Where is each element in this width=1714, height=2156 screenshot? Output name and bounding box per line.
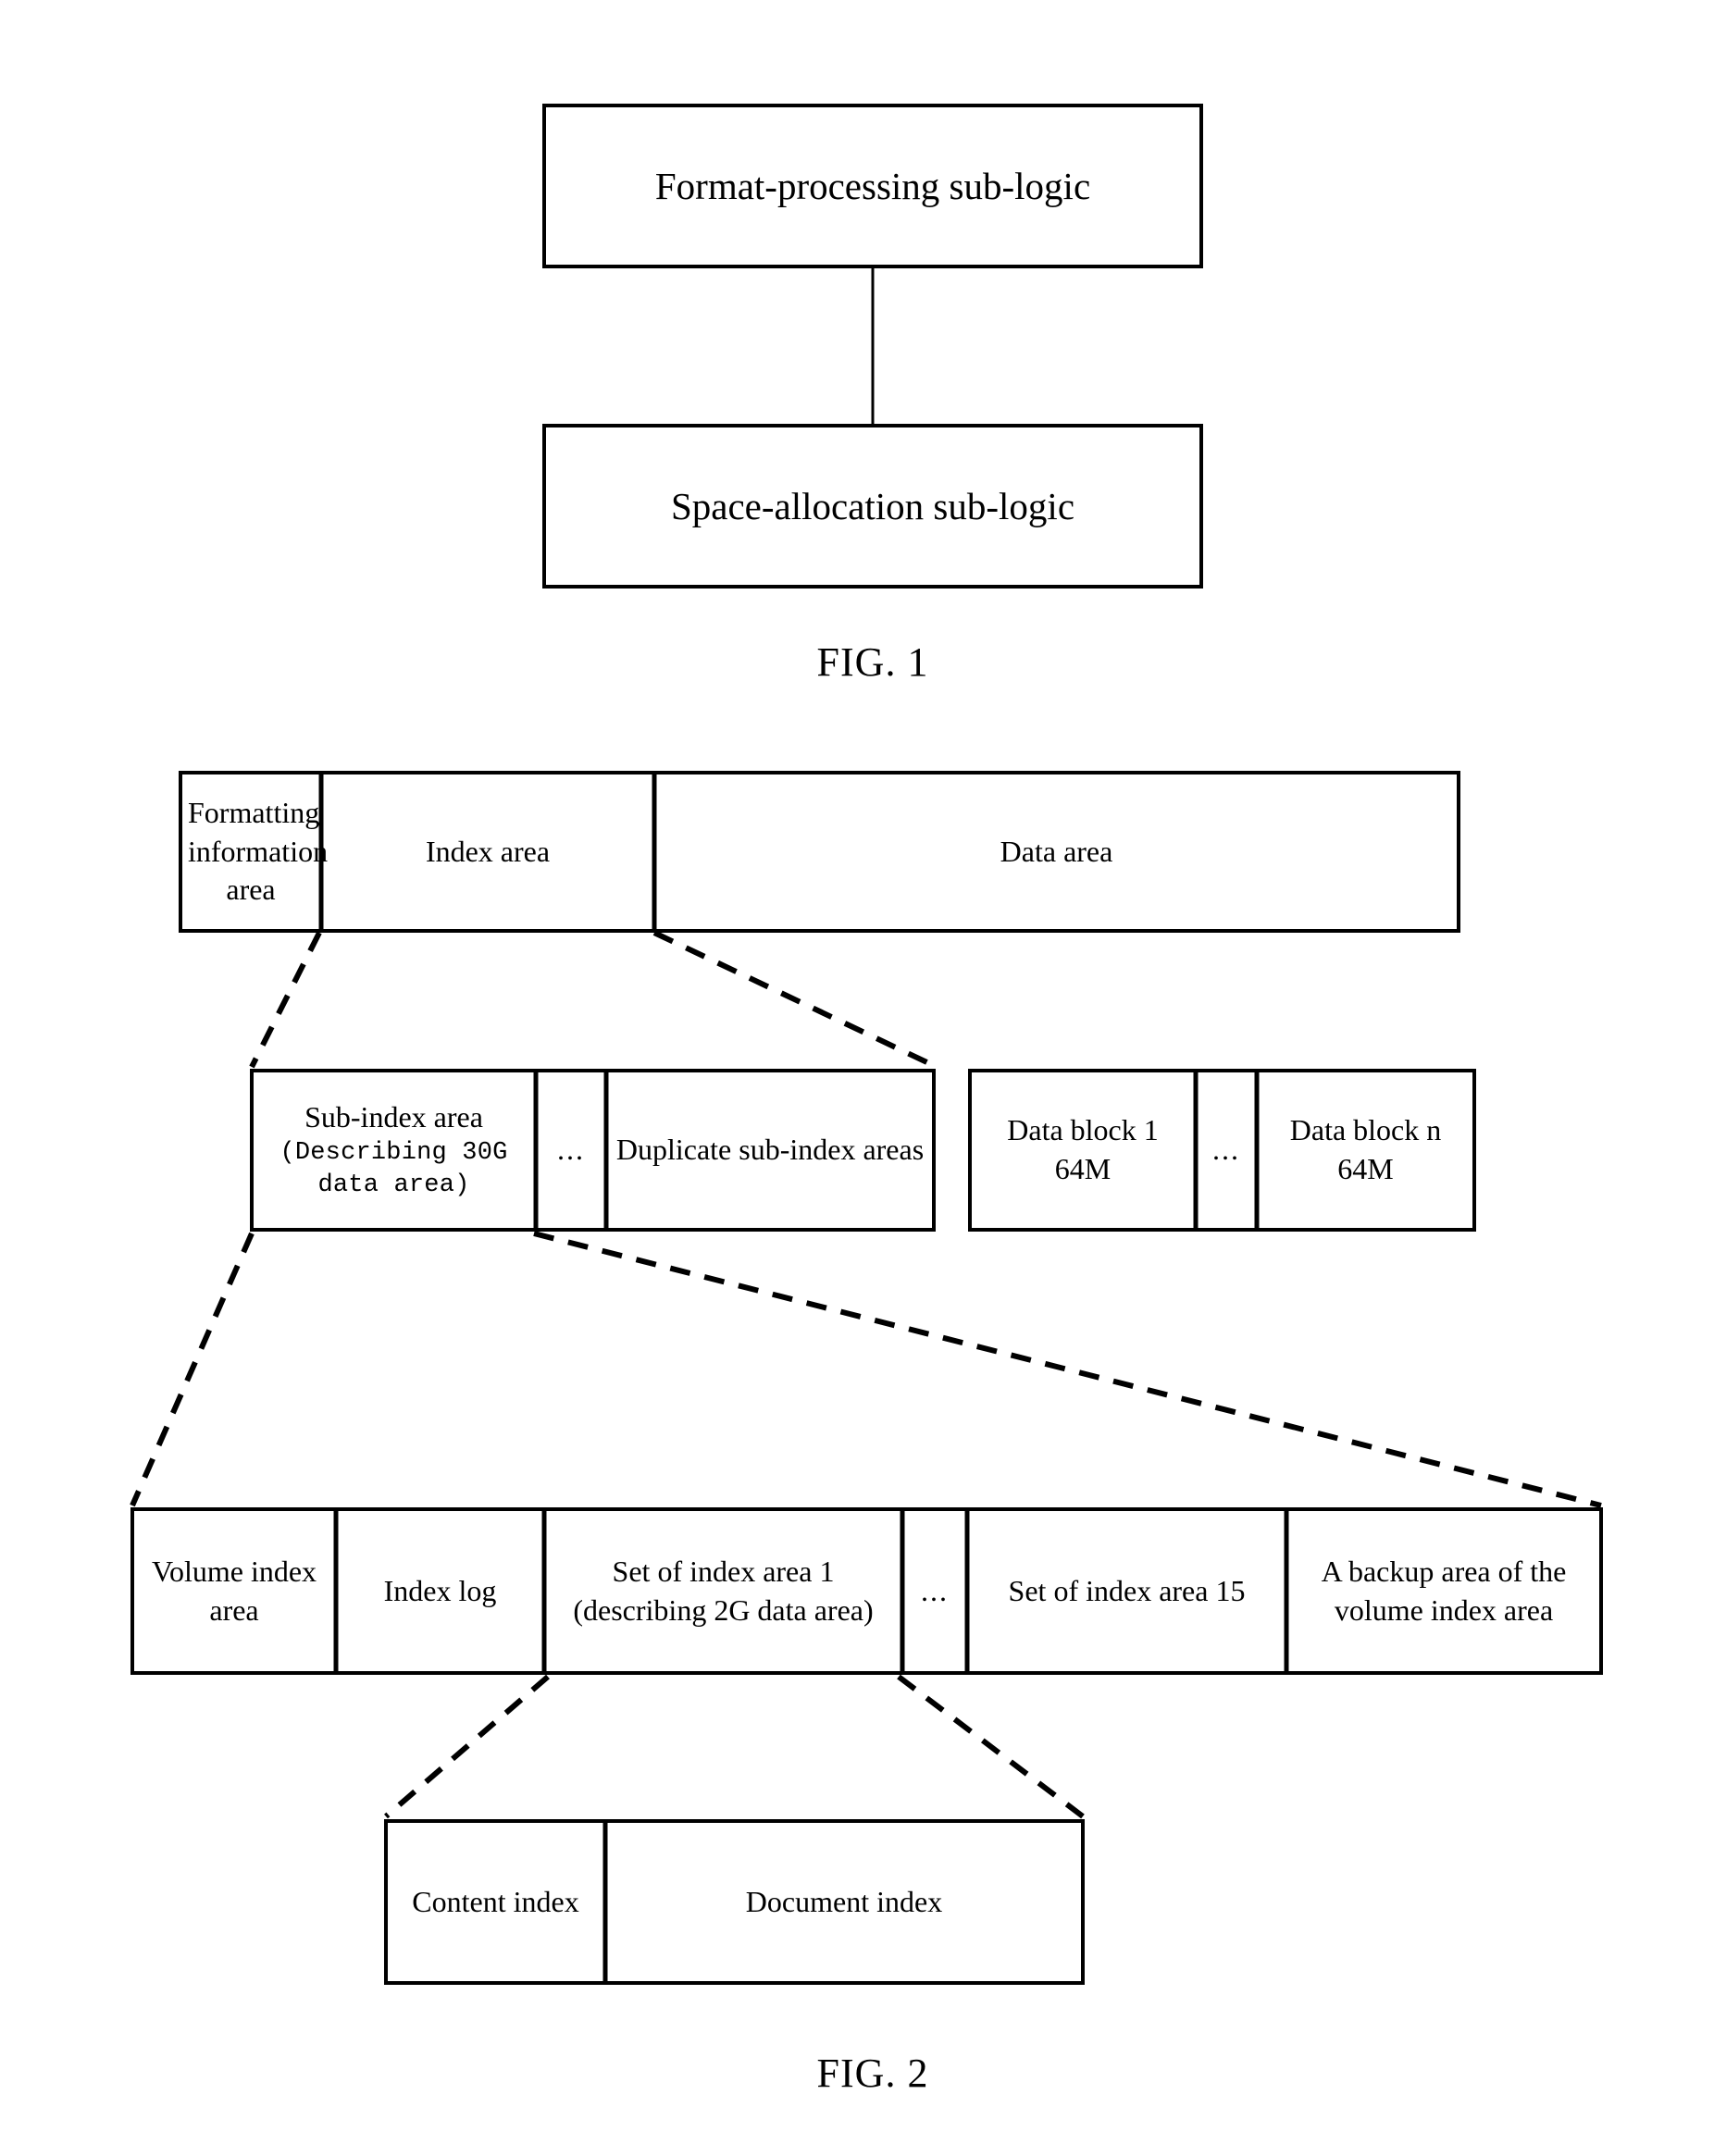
cell-data-block-1: Data block 1 64M [972, 1072, 1194, 1228]
cell-data-area-ellipsis: ... [1198, 1072, 1255, 1228]
cell-data-block-n: Data block n 64M [1259, 1072, 1472, 1228]
cell-index-log-label: Index log [383, 1573, 497, 1607]
cell-content-index: Content index [388, 1823, 603, 1981]
format-processing-sub-logic-box: Format-processing sub-logic [542, 104, 1203, 268]
cell-index-area-ellipsis: ... [538, 1072, 604, 1228]
cell-volume-index-area: Volume index area [134, 1511, 334, 1671]
figure-2-caption: FIG. 2 [816, 2051, 929, 2096]
cell-data-area-label: Data area [1000, 834, 1113, 868]
cell-document-index: Document index [607, 1823, 1081, 1981]
dash-sub-index-right [533, 1231, 1602, 1508]
cell-duplicate-sub-index-areas: Duplicate sub-index areas [608, 1072, 932, 1228]
cell-set-of-index-area-15: Set of index area 15 [969, 1511, 1285, 1671]
format-processing-sub-logic-label: Format-processing sub-logic [654, 164, 1091, 207]
dash-sub-index-left [130, 1232, 255, 1507]
space-allocation-sub-logic-box: Space-allocation sub-logic [542, 424, 1203, 589]
cell-set-of-index-area-1: Set of index area 1 (describing 2G data … [546, 1511, 900, 1671]
dash-index-area-right [652, 930, 938, 1070]
cell-duplicate-sub-index-areas-label: Duplicate sub-index areas [615, 1133, 925, 1167]
cell-data-area: Data area [656, 774, 1457, 929]
figure-1-caption: FIG. 1 [816, 639, 929, 685]
cell-backup-volume-index-area-label: A backup area of the volume index area [1321, 1554, 1567, 1627]
cell-document-index-label: Document index [745, 1884, 943, 1918]
cell-volume-index-area-label: Volume index area [151, 1554, 317, 1627]
cell-formatting-information-area-label: Formatting information area [188, 796, 329, 907]
space-allocation-sub-logic-label: Space-allocation sub-logic [670, 484, 1075, 527]
cell-set-of-index-area-15-label: Set of index area 15 [1008, 1573, 1246, 1607]
cell-data-area-ellipsis-label: ... [1212, 1133, 1240, 1167]
cell-index-area-ellipsis-label: ... [557, 1133, 585, 1167]
cell-data-block-1-label: Data block 1 64M [1007, 1113, 1159, 1185]
cell-formatting-information-area: Formatting information area [182, 774, 329, 929]
cell-set-of-index-area-1-label: Set of index area 1 (describing 2G data … [573, 1554, 874, 1627]
cell-backup-volume-index-area: A backup area of the volume index area [1288, 1511, 1599, 1671]
cell-content-index-label: Content index [412, 1884, 579, 1918]
cell-data-block-n-label: Data block n 64M [1289, 1113, 1442, 1185]
dash-index-area-left [249, 931, 322, 1069]
cell-index-area-label: Index area [425, 834, 551, 868]
cell-sub-index-area-label: Sub-index area [304, 1100, 483, 1134]
cell-index-log: Index log [338, 1511, 542, 1671]
cell-sub-index-ellipsis-label: ... [921, 1573, 949, 1607]
cell-index-area: Index area [323, 774, 652, 929]
cell-sub-index-ellipsis: ... [904, 1511, 965, 1671]
patent-figure-sheet: Format-processing sub-logic Space-alloca… [0, 0, 1714, 2156]
dash-index-set-left [384, 1674, 550, 1819]
dash-index-set-right [897, 1674, 1085, 1819]
cell-sub-index-area: Sub-index area (Describing 30G data area… [254, 1072, 534, 1228]
cell-sub-index-area-sublabel: (Describing 30G data area) [279, 1138, 508, 1199]
